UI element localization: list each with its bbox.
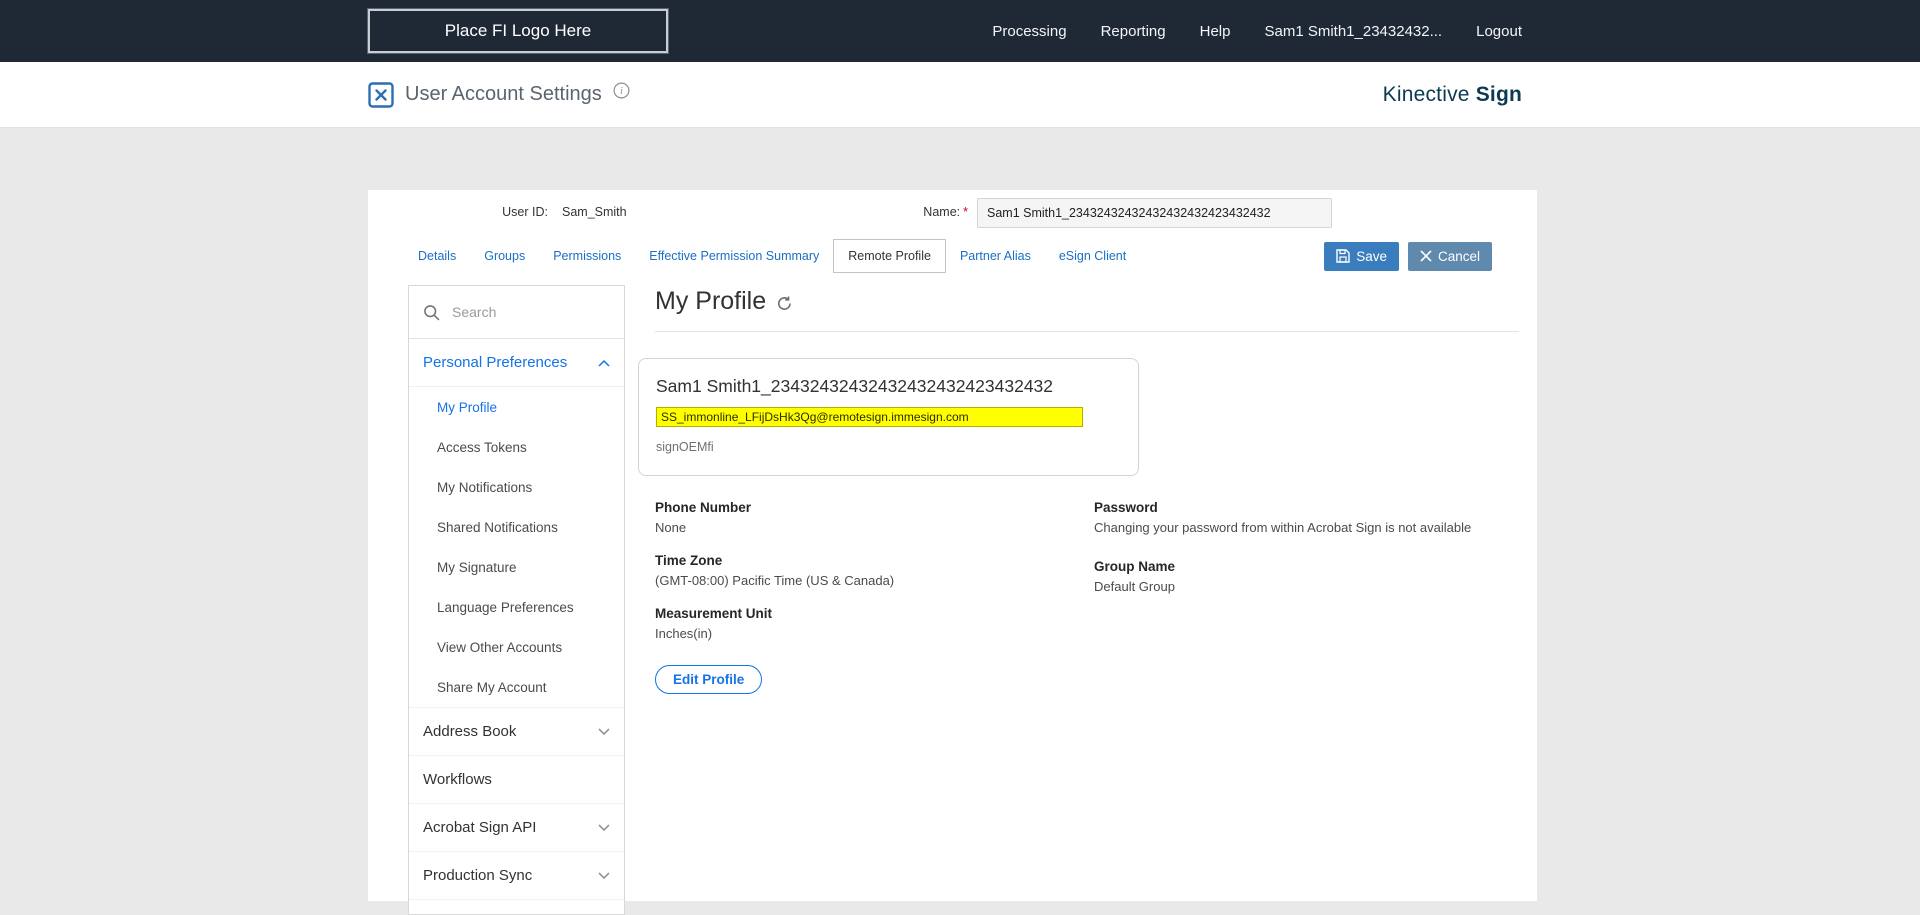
- sidebar-item-my-profile[interactable]: My Profile: [409, 387, 624, 427]
- tab-groups[interactable]: Groups: [470, 240, 539, 272]
- tab-remote-profile[interactable]: Remote Profile: [833, 239, 946, 273]
- search-icon: [423, 304, 440, 321]
- nav-help[interactable]: Help: [1200, 23, 1231, 40]
- measurement-unit-label: Measurement Unit: [655, 606, 773, 621]
- sidebar-group-acrobat-sign-api[interactable]: Acrobat Sign API: [409, 804, 624, 852]
- nav-processing[interactable]: Processing: [992, 23, 1066, 40]
- save-icon: [1336, 249, 1350, 263]
- profile-fields: Phone Number None Time Zone (GMT-08:00) …: [655, 500, 1519, 694]
- tab-details[interactable]: Details: [404, 240, 470, 272]
- account-identity-row: User ID: Sam_Smith Name: *: [368, 190, 1537, 235]
- my-profile-heading: My Profile: [655, 287, 767, 315]
- chevron-down-icon: [598, 727, 610, 736]
- sidebar-item-language-preferences[interactable]: Language Preferences: [409, 587, 624, 627]
- page-title: User Account Settings: [405, 83, 602, 105]
- refresh-icon[interactable]: [776, 295, 793, 312]
- fi-logo-placeholder[interactable]: Place FI Logo Here: [367, 8, 669, 54]
- top-navigation: Processing Reporting Help Sam1 Smith1_23…: [992, 23, 1522, 40]
- info-icon[interactable]: i: [613, 82, 630, 99]
- tab-effective-permission-summary[interactable]: Effective Permission Summary: [635, 240, 833, 272]
- tab-esign-client[interactable]: eSign Client: [1045, 240, 1140, 272]
- tab-bar: Details Groups Permissions Effective Per…: [404, 235, 1537, 277]
- save-button[interactable]: Save: [1324, 241, 1399, 271]
- cancel-button[interactable]: Cancel: [1407, 241, 1492, 271]
- cancel-button-label: Cancel: [1437, 248, 1480, 264]
- sidebar-item-shared-notifications[interactable]: Shared Notifications: [409, 507, 624, 547]
- sidebar-item-my-signature[interactable]: My Signature: [409, 547, 624, 587]
- group-name-value: Default Group: [1094, 579, 1175, 594]
- edit-profile-button[interactable]: Edit Profile: [655, 665, 763, 694]
- heading-divider: [655, 331, 1519, 332]
- group-name-label: Group Name: [1094, 559, 1176, 574]
- search-input[interactable]: [450, 303, 624, 321]
- remote-profile-content: Personal Preferences My Profile Access T…: [408, 285, 1519, 915]
- sidebar-item-access-tokens[interactable]: Access Tokens: [409, 427, 624, 467]
- password-label: Password: [1094, 500, 1158, 515]
- password-value: Changing your password from within Acrob…: [1094, 520, 1472, 535]
- fi-logo-text: Place FI Logo Here: [444, 21, 592, 40]
- save-button-label: Save: [1356, 248, 1387, 264]
- user-account-panel: User ID: Sam_Smith Name:* Details Groups…: [368, 190, 1537, 915]
- chevron-down-icon: [598, 823, 610, 832]
- personal-preferences-items: My Profile Access Tokens My Notification…: [409, 387, 624, 708]
- profile-display-name: Sam1 Smith1_2343243243243243243242343243…: [656, 376, 1054, 396]
- my-profile-main: My Profile Sam1 Smith1_23432432432432432…: [638, 285, 1519, 901]
- nav-logout[interactable]: Logout: [1476, 23, 1522, 40]
- name-input[interactable]: [977, 198, 1332, 228]
- field-time-zone: Time Zone (GMT-08:00) Pacific Time (US &…: [655, 553, 1094, 588]
- user-id-value: Sam_Smith: [562, 205, 627, 219]
- field-phone-number: Phone Number None: [655, 500, 1094, 535]
- measurement-unit-value: Inches(in): [655, 626, 713, 641]
- tab-permissions[interactable]: Permissions: [539, 240, 635, 272]
- chevron-up-icon: [598, 359, 610, 367]
- sidebar-group-personal-preferences[interactable]: Personal Preferences: [409, 339, 624, 387]
- user-settings-icon: [368, 81, 394, 108]
- sidebar-group-workflows[interactable]: Workflows: [409, 756, 624, 804]
- chevron-down-icon: [598, 871, 610, 880]
- field-password: Password Changing your password from wit…: [1094, 500, 1519, 535]
- time-zone-label: Time Zone: [655, 553, 723, 568]
- required-asterisk: *: [963, 205, 968, 219]
- time-zone-value: (GMT-08:00) Pacific Time (US & Canada): [655, 573, 895, 588]
- sidebar-group-address-book[interactable]: Address Book: [409, 708, 624, 756]
- phone-number-value: None: [655, 520, 687, 535]
- tab-partner-alias[interactable]: Partner Alias: [946, 240, 1045, 272]
- brand-name: Kinective: [1382, 82, 1470, 106]
- field-group-name: Group Name Default Group: [1094, 559, 1519, 594]
- sidebar-group-production-sync[interactable]: Production Sync: [409, 852, 624, 900]
- name-label: Name: *: [923, 205, 968, 219]
- profile-company: signOEMfi: [656, 440, 714, 454]
- svg-text:i: i: [620, 86, 623, 97]
- cancel-x-icon: [1420, 250, 1432, 262]
- phone-number-label: Phone Number: [655, 500, 752, 515]
- sidebar-item-my-notifications[interactable]: My Notifications: [409, 467, 624, 507]
- profile-email-highlighted[interactable]: SS_immonline_LFijDsHk3Qg@remotesign.imme…: [656, 407, 1083, 427]
- settings-sidebar: Personal Preferences My Profile Access T…: [408, 285, 625, 915]
- sidebar-item-share-my-account[interactable]: Share My Account: [409, 667, 624, 707]
- sidebar-search: [409, 286, 624, 339]
- nav-username[interactable]: Sam1 Smith1_23432432...: [1264, 23, 1442, 40]
- top-bar: Place FI Logo Here Processing Reporting …: [0, 0, 1920, 62]
- page-header: User Account Settings i Kinective Sign: [0, 62, 1920, 128]
- field-measurement-unit: Measurement Unit Inches(in): [655, 606, 1094, 641]
- profile-card: Sam1 Smith1_2343243243243243243242343243…: [638, 358, 1139, 476]
- sidebar-item-view-other-accounts[interactable]: View Other Accounts: [409, 627, 624, 667]
- brand-product: Sign: [1475, 82, 1522, 106]
- user-id-label: User ID:: [502, 205, 548, 219]
- nav-reporting[interactable]: Reporting: [1101, 23, 1166, 40]
- brand-logo: Kinective Sign: [1383, 83, 1522, 107]
